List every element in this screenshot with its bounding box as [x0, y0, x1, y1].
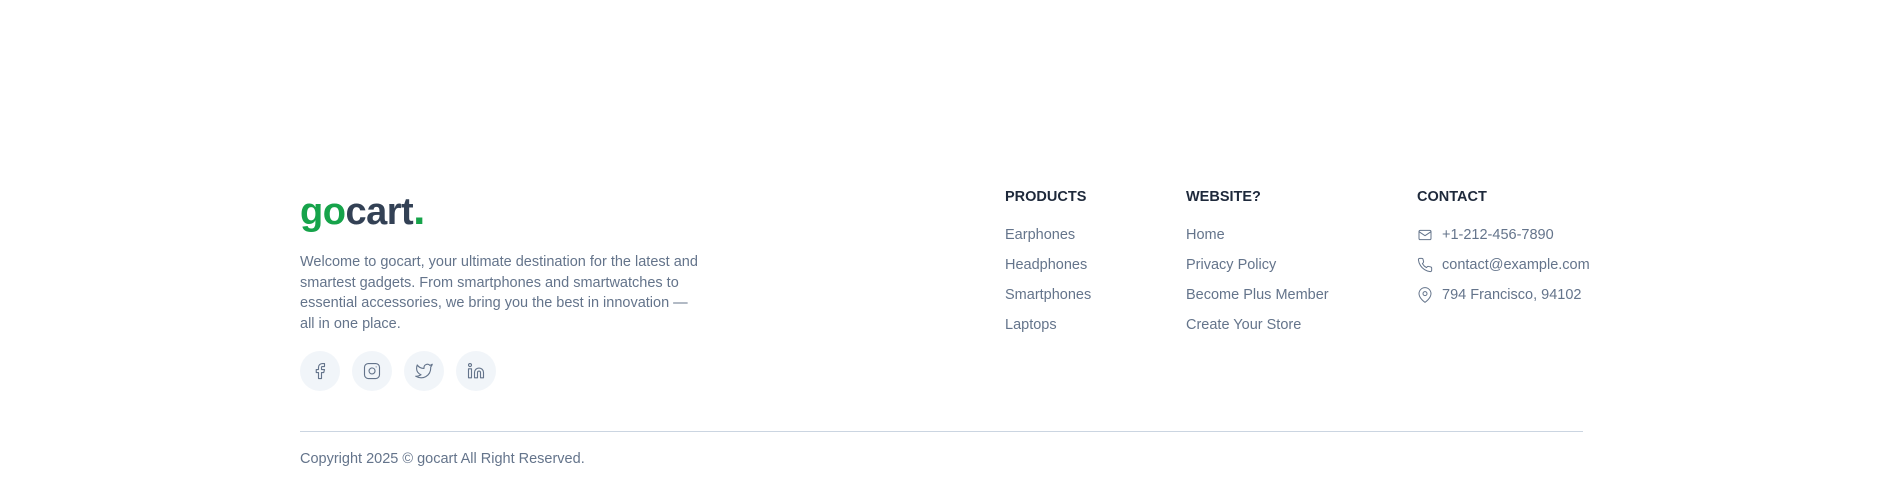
twitter-icon: [415, 363, 433, 379]
list-item: Headphones: [1005, 257, 1091, 287]
contact-phone[interactable]: +1-212-456-7890: [1442, 227, 1554, 243]
linkedin-icon: [467, 362, 485, 379]
contact-column: CONTACT +1-212-456-7890 contact@example.…: [1417, 189, 1590, 317]
brand-description: Welcome to gocart, your ultimate destina…: [300, 254, 698, 332]
footer-link-home[interactable]: Home: [1186, 227, 1225, 243]
list-item: Home: [1186, 227, 1329, 257]
list-item: Smartphones: [1005, 287, 1091, 317]
footer-link-smartphones[interactable]: Smartphones: [1005, 287, 1091, 303]
website-heading: WEBSITE?: [1186, 189, 1261, 205]
twitter-link[interactable]: [404, 351, 444, 391]
logo-cart-text: cart: [345, 191, 414, 233]
products-column: PRODUCTS Earphones Headphones Smartphone…: [1005, 189, 1091, 347]
footer-link-headphones[interactable]: Headphones: [1005, 257, 1087, 273]
phone-icon: [1417, 257, 1433, 273]
contact-email-item: contact@example.com: [1417, 257, 1590, 287]
social-links: [300, 351, 496, 391]
footer-divider: [300, 431, 1583, 432]
contact-email[interactable]: contact@example.com: [1442, 257, 1590, 273]
facebook-link[interactable]: [300, 351, 340, 391]
list-item: Create Your Store: [1186, 317, 1329, 347]
footer-link-laptops[interactable]: Laptops: [1005, 317, 1057, 333]
instagram-icon: [363, 362, 381, 380]
contact-heading: CONTACT: [1417, 189, 1487, 205]
products-heading: PRODUCTS: [1005, 189, 1087, 205]
list-item: Laptops: [1005, 317, 1091, 347]
logo-dot: .: [413, 185, 425, 234]
map-pin-icon: [1418, 287, 1432, 303]
facebook-icon: [315, 362, 326, 380]
footer-link-become-plus-member[interactable]: Become Plus Member: [1186, 287, 1329, 303]
gocart-logo[interactable]: gocart.: [300, 188, 425, 232]
footer-link-create-store[interactable]: Create Your Store: [1186, 317, 1301, 333]
contact-address: 794 Francisco, 94102: [1442, 287, 1582, 303]
linkedin-link[interactable]: [456, 351, 496, 391]
copyright-text: Copyright 2025 © gocart All Right Reserv…: [300, 451, 585, 467]
logo-go-text: go: [300, 191, 346, 233]
footer-link-earphones[interactable]: Earphones: [1005, 227, 1075, 243]
list-item: Privacy Policy: [1186, 257, 1329, 287]
website-column: WEBSITE? Home Privacy Policy Become Plus…: [1186, 189, 1329, 347]
instagram-link[interactable]: [352, 351, 392, 391]
contact-address-item: 794 Francisco, 94102: [1417, 287, 1590, 317]
contact-phone-item: +1-212-456-7890: [1417, 227, 1590, 257]
site-footer: gocart. Welcome to gocart, your ultimate…: [0, 0, 1884, 480]
list-item: Become Plus Member: [1186, 287, 1329, 317]
list-item: Earphones: [1005, 227, 1091, 257]
footer-link-privacy-policy[interactable]: Privacy Policy: [1186, 257, 1276, 273]
mail-icon: [1418, 229, 1432, 241]
